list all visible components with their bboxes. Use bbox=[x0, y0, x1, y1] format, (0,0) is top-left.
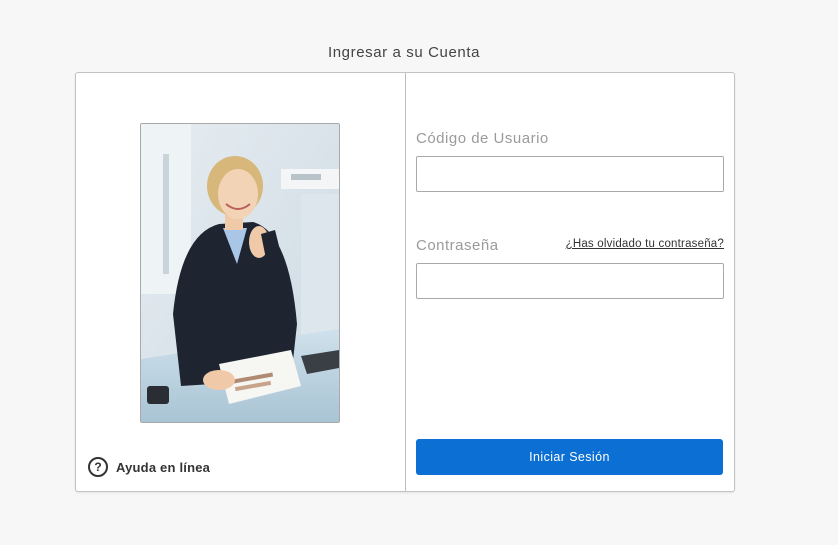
password-input[interactable] bbox=[416, 263, 724, 299]
login-panel: ? Ayuda en línea Código de Usuario Contr… bbox=[75, 72, 735, 492]
username-input[interactable] bbox=[416, 156, 724, 192]
panel-divider bbox=[405, 73, 406, 491]
username-label: Código de Usuario bbox=[416, 130, 549, 147]
promo-photo bbox=[140, 123, 340, 423]
online-help-label: Ayuda en línea bbox=[116, 459, 211, 475]
forgot-password-link[interactable]: ¿Has olvidado tu contraseña? bbox=[566, 238, 724, 250]
page-title: Ingresar a su Cuenta bbox=[327, 44, 481, 61]
question-circle-icon: ? bbox=[88, 457, 108, 477]
login-form: Código de Usuario Contraseña ¿Has olvida… bbox=[416, 73, 724, 491]
login-button[interactable]: Iniciar Sesión bbox=[416, 439, 723, 475]
businesswoman-photo-illustration bbox=[141, 124, 339, 422]
online-help-link[interactable]: ? Ayuda en línea bbox=[88, 457, 210, 477]
password-label: Contraseña bbox=[416, 237, 499, 254]
